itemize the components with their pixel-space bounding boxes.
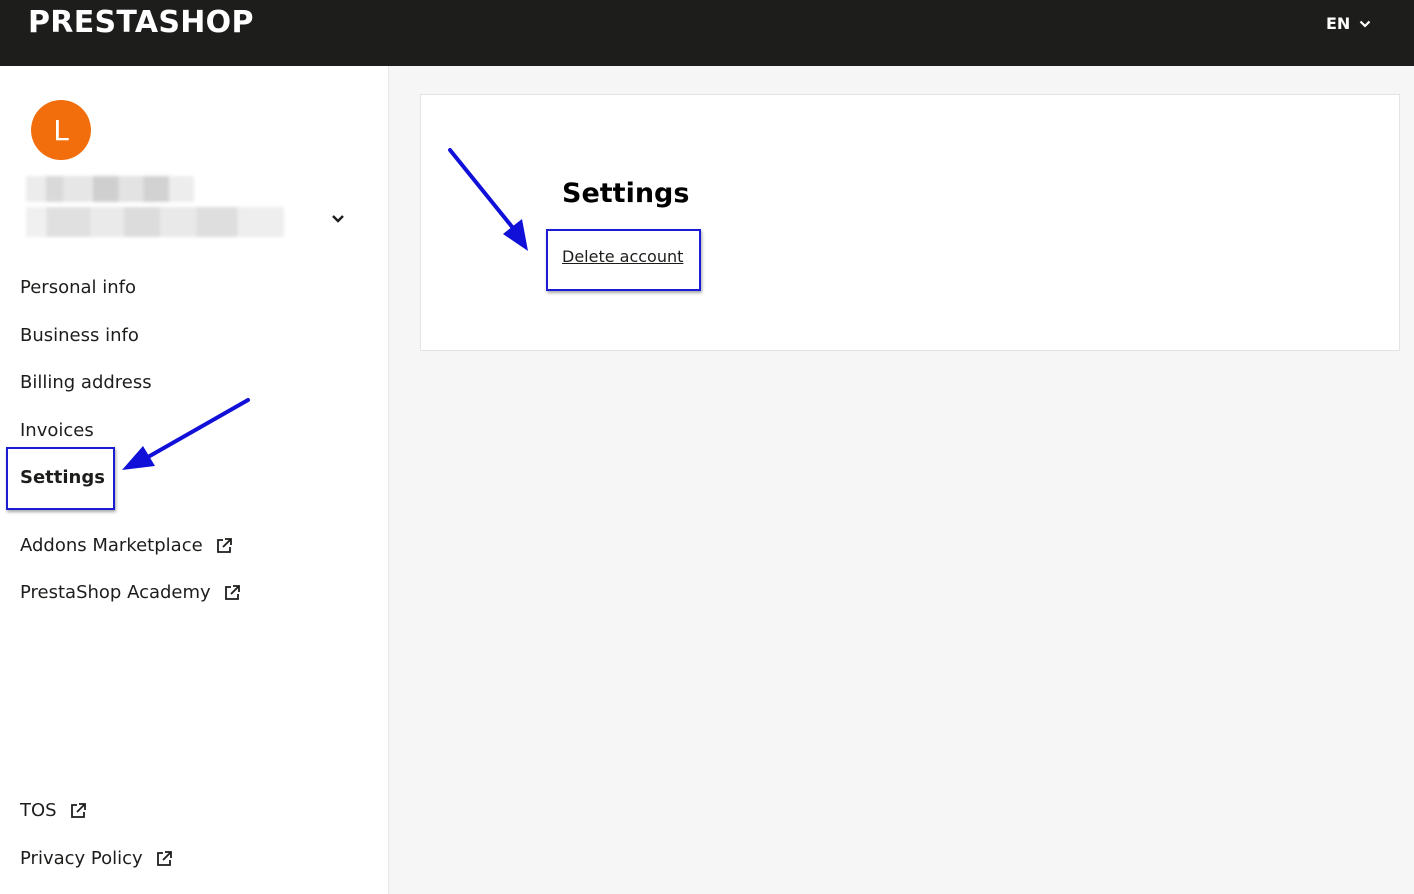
chevron-down-icon[interactable] <box>331 214 345 224</box>
external-link-icon <box>70 802 86 818</box>
footer-link-label: TOS <box>20 800 57 821</box>
external-link-icon <box>156 850 172 866</box>
account-email-redacted <box>26 207 284 237</box>
language-label: EN <box>1326 14 1351 33</box>
sidebar-item-billing-address[interactable]: Billing address <box>20 372 152 393</box>
delete-account-link[interactable]: Delete account <box>562 247 683 266</box>
sidebar-item-label: PrestaShop Academy <box>20 582 211 603</box>
sidebar-item-invoices[interactable]: Invoices <box>20 420 94 441</box>
avatar: L <box>31 100 91 160</box>
sidebar-item-label: Addons Marketplace <box>20 535 203 556</box>
sidebar-item-label: Personal info <box>20 277 136 298</box>
sidebar-item-business-info[interactable]: Business info <box>20 325 139 346</box>
external-link-icon <box>216 537 232 553</box>
footer-link-privacy-policy[interactable]: Privacy Policy <box>20 848 173 869</box>
sidebar-item-settings[interactable]: Settings <box>20 467 105 488</box>
settings-card: Settings Delete account <box>420 94 1400 351</box>
external-link-icon <box>224 584 240 600</box>
page-title: Settings <box>562 178 690 209</box>
language-selector[interactable]: EN <box>1326 14 1371 33</box>
sidebar-item-personal-info[interactable]: Personal info <box>20 277 136 298</box>
sidebar-item-label: Settings <box>20 467 105 488</box>
footer-link-label: Privacy Policy <box>20 848 143 869</box>
sidebar-item-label: Invoices <box>20 420 94 441</box>
chevron-down-icon <box>1360 20 1371 28</box>
sidebar-item-addons-marketplace[interactable]: Addons Marketplace <box>20 535 233 556</box>
sidebar-item-prestashop-academy[interactable]: PrestaShop Academy <box>20 582 241 603</box>
prestashop-logo[interactable]: PRESTASHOP <box>28 5 254 40</box>
account-name-redacted <box>26 176 194 202</box>
sidebar: L Personal info Business info Billing ad… <box>0 66 389 894</box>
footer-link-tos[interactable]: TOS <box>20 800 87 821</box>
top-bar: PRESTASHOP EN <box>0 0 1414 66</box>
sidebar-item-label: Billing address <box>20 372 152 393</box>
sidebar-item-label: Business info <box>20 325 139 346</box>
